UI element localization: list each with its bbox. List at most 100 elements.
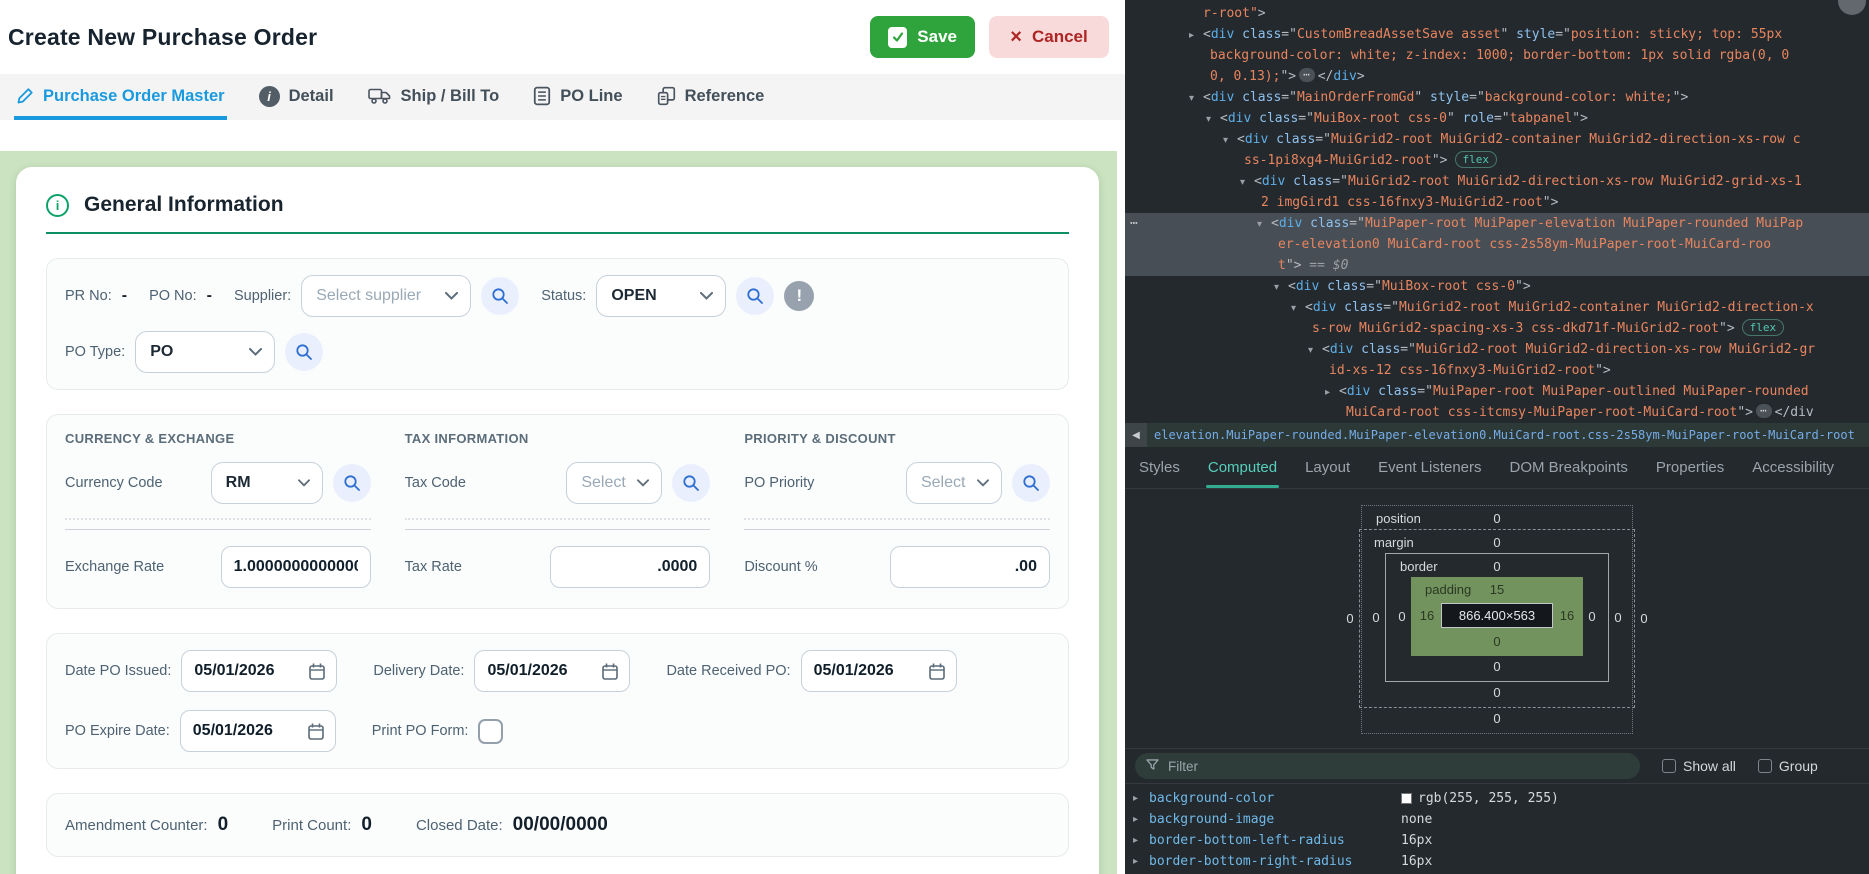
collapse-arrow-icon[interactable]: ▾	[1308, 340, 1322, 361]
status-label: Status:	[541, 288, 586, 304]
collapse-arrow-icon[interactable]: ▾	[1274, 277, 1288, 298]
dom-tree-line[interactable]: ▾<div class="MuiGrid2-root MuiGrid2-cont…	[1125, 129, 1869, 150]
date-received-po-input[interactable]: 05/01/2026	[801, 650, 957, 692]
save-button[interactable]: Save	[870, 16, 975, 58]
collapse-arrow-icon[interactable]: ▾	[1223, 130, 1237, 151]
tab-detail[interactable]: i Detail	[257, 74, 336, 120]
flex-badge[interactable]: flex	[1742, 319, 1785, 336]
expand-arrow-icon[interactable]: ▸	[1325, 382, 1339, 403]
save-check-icon	[888, 27, 907, 48]
tab-computed[interactable]: Computed	[1208, 457, 1277, 478]
dom-tree-line[interactable]: r-root">	[1125, 3, 1869, 24]
dom-tree-line[interactable]: ▾<div class="MuiGrid2-root MuiGrid2-cont…	[1125, 297, 1869, 318]
status-select[interactable]: OPEN	[596, 275, 726, 317]
calendar-icon[interactable]	[928, 662, 946, 681]
collapsed-content-icon[interactable]: ⋯	[1756, 404, 1772, 418]
expand-arrow-icon[interactable]: ▸	[1133, 788, 1149, 809]
status-search-button[interactable]	[736, 277, 774, 315]
po-expire-date-input[interactable]: 05/01/2026	[180, 710, 336, 752]
expand-arrow-icon[interactable]: ▸	[1133, 830, 1149, 851]
dom-tree-line[interactable]: ▾<div class="MuiBox-root css-0">	[1125, 276, 1869, 297]
dom-tree-line[interactable]: ▸<div class="MuiPaper-root MuiPaper-outl…	[1125, 381, 1869, 402]
collapse-arrow-icon[interactable]: ▾	[1206, 109, 1220, 130]
dom-tree-line[interactable]: background-color: white; z-index: 1000; …	[1125, 45, 1869, 66]
calendar-icon[interactable]	[307, 722, 325, 741]
collapse-arrow-icon[interactable]: ▾	[1189, 88, 1203, 109]
tab-styles[interactable]: Styles	[1139, 457, 1180, 478]
pen-icon	[16, 87, 34, 105]
supplier-search-button[interactable]	[481, 277, 519, 315]
dom-tree-line[interactable]: id-xs-12 css-16fnxy3-MuiGrid2-root">	[1125, 360, 1869, 381]
date-received-po-label: Date Received PO:	[666, 663, 790, 679]
breadcrumb-back-icon[interactable]: ◀	[1125, 423, 1147, 447]
dom-tree-line[interactable]: ▸<div class="CustomBreadAssetSave asset"…	[1125, 24, 1869, 45]
supplier-select[interactable]: Select supplier	[301, 275, 471, 317]
truck-icon	[368, 87, 392, 105]
computed-property-row[interactable]: ▸ background-image none	[1125, 809, 1869, 830]
tab-reference[interactable]: Reference	[655, 74, 767, 120]
cancel-button[interactable]: × Cancel	[989, 16, 1109, 58]
tab-accessibility[interactable]: Accessibility	[1752, 457, 1834, 478]
tab-ship-bill-to[interactable]: Ship / Bill To	[366, 74, 502, 120]
po-type-label: PO Type:	[65, 344, 125, 360]
computed-property-row[interactable]: ▸ border-bottom-left-radius 16px	[1125, 830, 1869, 851]
collapse-arrow-icon[interactable]: ▾	[1240, 172, 1254, 193]
print-po-form-checkbox[interactable]	[478, 719, 503, 744]
collapsed-content-icon[interactable]: ⋯	[1299, 68, 1315, 82]
dom-tree-line[interactable]: ▾<div class="MuiGrid2-root MuiGrid2-dire…	[1125, 171, 1869, 192]
dom-tree-line[interactable]: MuiCard-root css-itcmsy-MuiPaper-root-Mu…	[1125, 402, 1869, 423]
tab-event-listeners[interactable]: Event Listeners	[1378, 457, 1481, 478]
tax-code-search-button[interactable]	[672, 464, 710, 502]
expand-arrow-icon[interactable]: ▸	[1189, 25, 1203, 46]
tab-dom-breakpoints[interactable]: DOM Breakpoints	[1510, 457, 1628, 478]
tax-rate-input[interactable]	[550, 546, 710, 588]
tab-purchase-order-master[interactable]: Purchase Order Master	[14, 74, 227, 120]
list-icon	[533, 86, 551, 106]
discount-input[interactable]	[890, 546, 1050, 588]
expand-arrow-icon[interactable]: ▸	[1133, 851, 1149, 872]
chevron-down-icon	[445, 292, 458, 300]
dom-tree-line[interactable]: t"> == $0	[1125, 255, 1869, 276]
calendar-icon[interactable]	[308, 662, 326, 681]
delivery-date-label: Delivery Date:	[373, 663, 464, 679]
dom-tree-line[interactable]: ⋯▾<div class="MuiPaper-root MuiPaper-ele…	[1125, 213, 1869, 234]
dom-tree-line[interactable]: 0, 0.13);">⋯</div>	[1125, 66, 1869, 87]
dom-tree-line[interactable]: 2 imgGird1 css-16fnxy3-MuiGrid2-root">	[1125, 192, 1869, 213]
dom-tree-line[interactable]: ▾<div class="MuiGrid2-root MuiGrid2-dire…	[1125, 339, 1869, 360]
dom-tree-line[interactable]: ▾<div class="MuiBox-root css-0" role="ta…	[1125, 108, 1869, 129]
date-po-issued-input[interactable]: 05/01/2026	[181, 650, 337, 692]
po-priority-select[interactable]: Select	[906, 462, 1002, 504]
currency-column: CURRENCY & EXCHANGE Currency Code RM	[65, 431, 371, 588]
expand-arrow-icon[interactable]: ▸	[1133, 809, 1149, 830]
breadcrumb[interactable]: elevation.MuiPaper-rounded.MuiPaper-elev…	[1154, 428, 1855, 442]
show-all-checkbox[interactable]: Show all	[1662, 758, 1736, 774]
page-title: Create New Purchase Order	[8, 24, 870, 51]
currency-search-button[interactable]	[333, 464, 371, 502]
exchange-rate-input[interactable]	[221, 546, 371, 588]
dom-tree-line[interactable]: s-row MuiGrid2-spacing-xs-3 css-dkd71f-M…	[1125, 318, 1869, 339]
tab-layout[interactable]: Layout	[1305, 457, 1350, 478]
computed-properties-list: ▸ background-color rgb(255, 255, 255) ▸ …	[1125, 784, 1869, 872]
solid-divider	[744, 529, 1050, 530]
delivery-date-input[interactable]: 05/01/2026	[474, 650, 630, 692]
flex-badge[interactable]: flex	[1455, 151, 1498, 168]
computed-property-row[interactable]: ▸ background-color rgb(255, 255, 255)	[1125, 788, 1869, 809]
group-checkbox[interactable]: Group	[1758, 758, 1818, 774]
discount-label: Discount %	[744, 559, 817, 575]
po-type-search-button[interactable]	[285, 333, 323, 371]
date-po-issued-label: Date PO Issued:	[65, 663, 171, 679]
dom-tree-line[interactable]: er-elevation0 MuiCard-root css-2s58ym-Mu…	[1125, 234, 1869, 255]
collapse-arrow-icon[interactable]: ▾	[1291, 298, 1305, 319]
tab-properties[interactable]: Properties	[1656, 457, 1724, 478]
dom-tree-line[interactable]: ss-1pi8xg4-MuiGrid2-root">flex	[1125, 150, 1869, 171]
tab-po-line[interactable]: PO Line	[531, 74, 624, 120]
collapse-arrow-icon[interactable]: ▾	[1257, 214, 1271, 235]
po-type-select[interactable]: PO	[135, 331, 275, 373]
dom-tree-line[interactable]: ▾<div class="MainOrderFromGd" style="bac…	[1125, 87, 1869, 108]
filter-input[interactable]: Filter	[1135, 753, 1640, 779]
po-priority-search-button[interactable]	[1012, 464, 1050, 502]
computed-property-row[interactable]: ▸ border-bottom-right-radius 16px	[1125, 851, 1869, 872]
calendar-icon[interactable]	[601, 662, 619, 681]
tax-code-select[interactable]: Select	[566, 462, 662, 504]
currency-code-select[interactable]: RM	[211, 462, 323, 504]
